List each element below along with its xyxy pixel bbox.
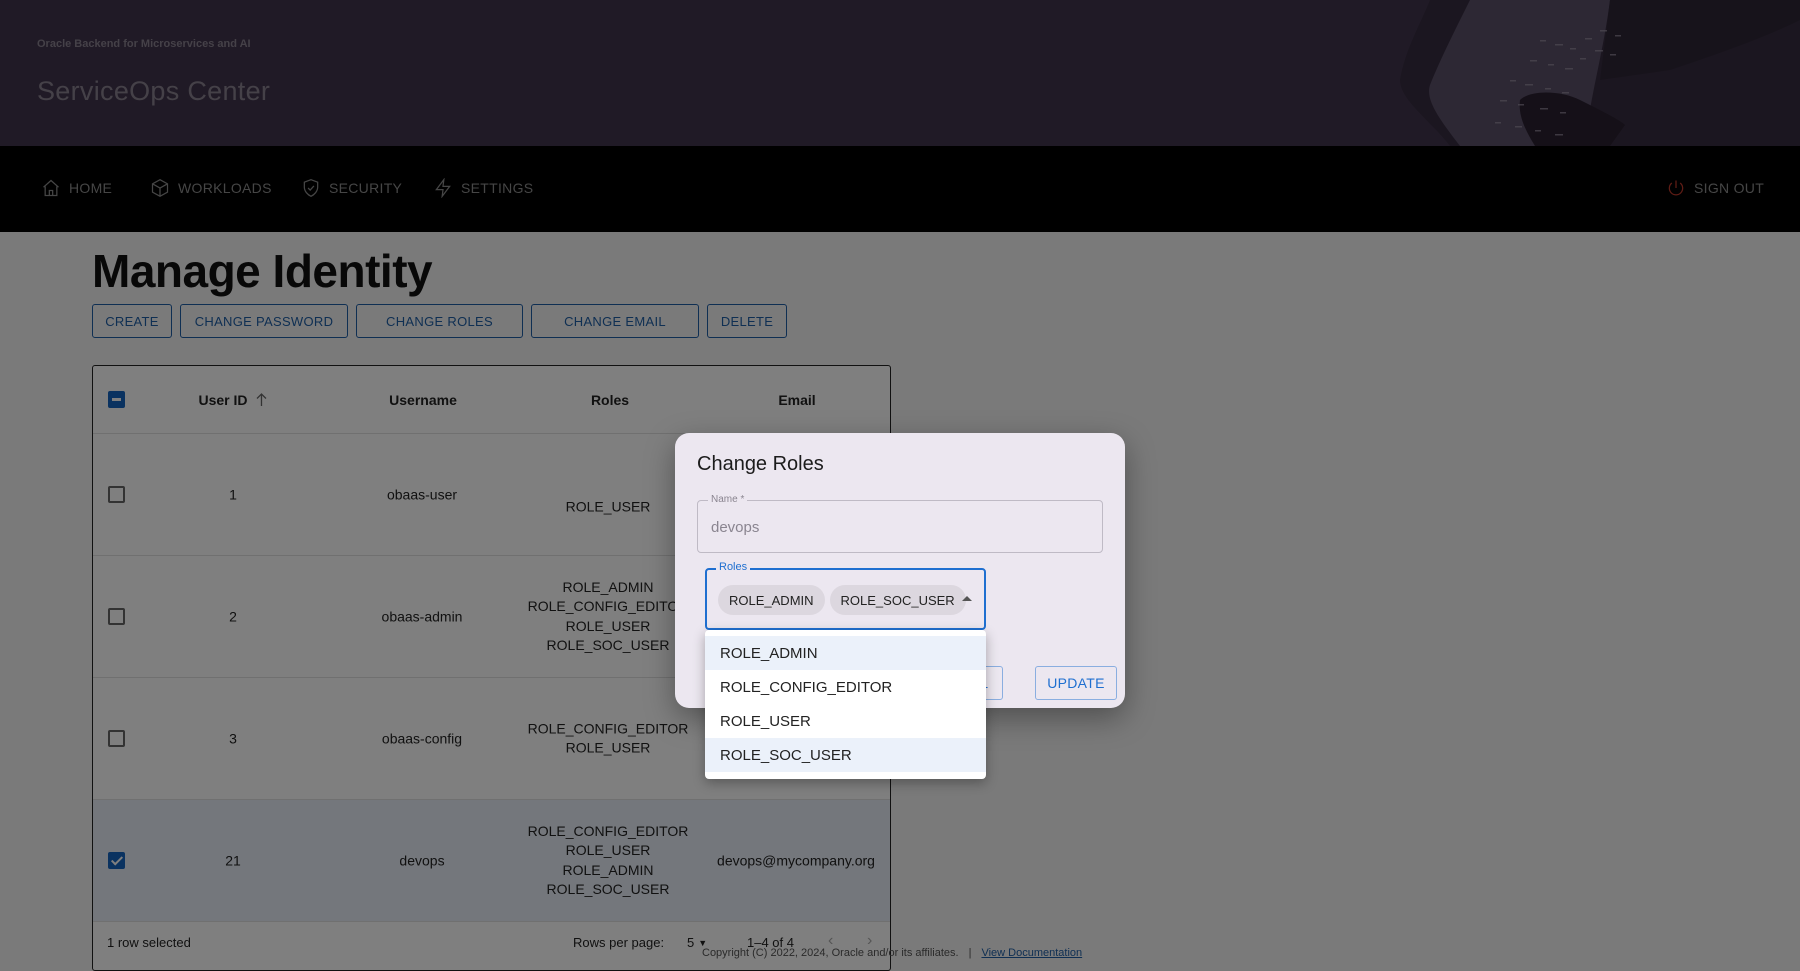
name-field-label: Name * xyxy=(708,494,748,505)
name-field-value: devops xyxy=(711,519,760,536)
role-option-admin[interactable]: ROLE_ADMIN xyxy=(705,636,986,670)
chevron-up-icon[interactable] xyxy=(962,596,972,601)
roles-select-label: Roles xyxy=(716,561,751,573)
update-button[interactable]: UPDATE xyxy=(1035,666,1117,700)
roles-select[interactable]: Roles ROLE_ADMIN ROLE_SOC_USER xyxy=(705,561,986,630)
role-option-soc-user[interactable]: ROLE_SOC_USER xyxy=(705,738,986,772)
role-chip[interactable]: ROLE_SOC_USER xyxy=(829,585,966,615)
roles-listbox: ROLE_ADMIN ROLE_CONFIG_EDITOR ROLE_USER … xyxy=(705,630,986,779)
selected-roles: ROLE_ADMIN ROLE_SOC_USER xyxy=(718,585,966,615)
dialog-title: Change Roles xyxy=(697,453,824,475)
role-option-config-editor[interactable]: ROLE_CONFIG_EDITOR xyxy=(705,670,986,704)
role-option-user[interactable]: ROLE_USER xyxy=(705,704,986,738)
role-chip[interactable]: ROLE_ADMIN xyxy=(718,585,825,615)
name-field: Name * devops xyxy=(697,494,1103,553)
